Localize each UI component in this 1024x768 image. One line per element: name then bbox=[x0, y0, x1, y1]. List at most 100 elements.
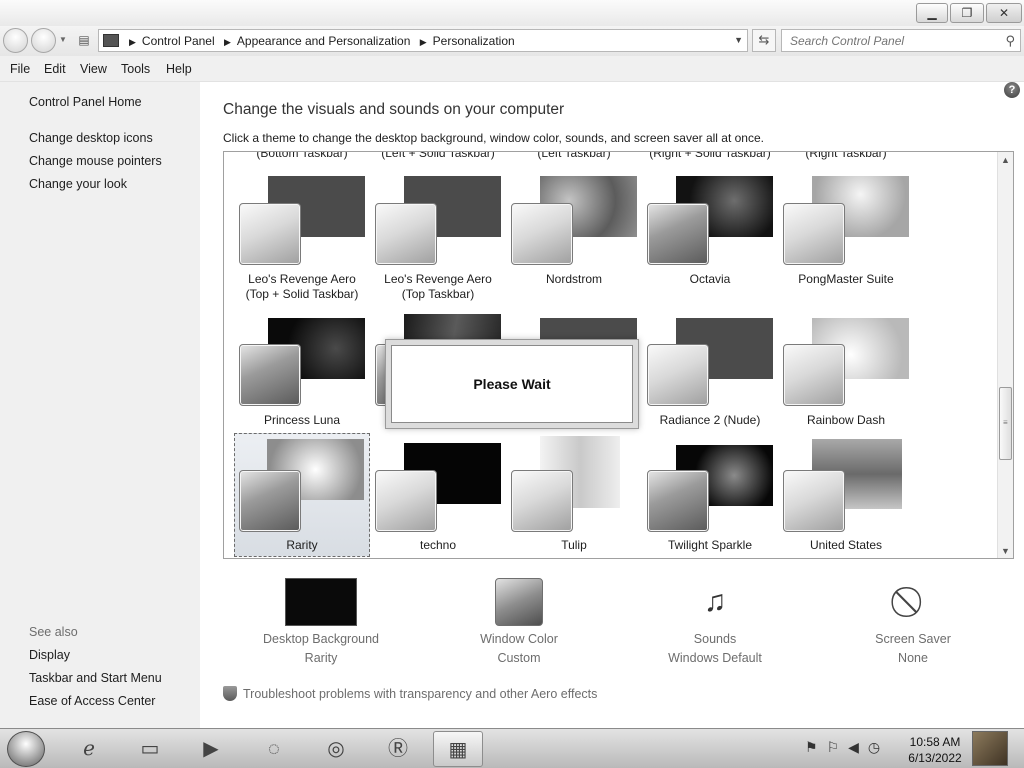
sounds-setting[interactable]: ♫ Sounds Windows Default bbox=[630, 578, 800, 665]
breadcrumb-separator-icon: ▶ bbox=[129, 37, 136, 47]
start-button[interactable] bbox=[7, 731, 45, 767]
menu-view[interactable]: View bbox=[80, 62, 107, 76]
theme-color-swatch bbox=[647, 203, 709, 265]
browser-icon[interactable]: ◌ bbox=[249, 731, 299, 767]
theme-color-swatch bbox=[239, 203, 301, 265]
clock-time: 10:58 AM bbox=[909, 735, 961, 749]
window-color-swatch bbox=[495, 578, 543, 626]
theme-color-swatch bbox=[375, 203, 437, 265]
menu-help[interactable]: Help bbox=[166, 62, 192, 76]
sounds-value: Windows Default bbox=[668, 651, 762, 665]
scroll-down-icon[interactable]: ▼ bbox=[1001, 546, 1010, 556]
breadcrumb-control-panel[interactable]: Control Panel bbox=[142, 34, 215, 48]
desktop-background-label: Desktop Background bbox=[262, 632, 380, 646]
maximize-button[interactable]: ❐ bbox=[950, 3, 984, 23]
restore-icon: ❐ bbox=[961, 6, 973, 20]
breadcrumb-personalization[interactable]: Personalization bbox=[433, 34, 515, 48]
chrome-icon[interactable]: ◎ bbox=[311, 731, 361, 767]
search-icon[interactable]: ⚲ bbox=[1005, 33, 1015, 49]
please-wait-body: Please Wait bbox=[391, 345, 633, 423]
chevron-down-icon[interactable]: ▼ bbox=[734, 35, 743, 45]
search-input[interactable] bbox=[788, 31, 998, 51]
theme-tile[interactable]: Twilight Sparkle bbox=[642, 433, 778, 557]
theme-tile-selected[interactable]: Rarity bbox=[234, 433, 370, 557]
taskbar-start-menu-link[interactable]: Taskbar and Start Menu bbox=[29, 671, 162, 685]
troubleshoot-link[interactable]: Troubleshoot problems with transparency … bbox=[223, 686, 597, 702]
theme-color-swatch bbox=[239, 344, 301, 406]
breadcrumb-separator-icon: ▶ bbox=[419, 37, 427, 47]
back-button[interactable] bbox=[3, 28, 28, 53]
menu-edit[interactable]: Edit bbox=[44, 62, 66, 76]
theme-tile[interactable]: Tulip bbox=[506, 433, 642, 557]
theme-tile[interactable]: Leo's Revenge Aero (Top + Solid Taskbar) bbox=[234, 172, 370, 301]
network-icon[interactable]: ⚑ bbox=[805, 739, 818, 755]
menu-tools[interactable]: Tools bbox=[121, 62, 150, 76]
theme-cutoff-label: (Bottom Taskbar) bbox=[256, 151, 348, 160]
search-box: ⚲ bbox=[781, 29, 1021, 52]
theme-name-line2: (Top + Solid Taskbar) bbox=[245, 287, 359, 301]
help-icon[interactable]: ? bbox=[1004, 82, 1020, 98]
theme-tile[interactable]: United States bbox=[778, 433, 914, 557]
gallery-scrollbar[interactable]: ▲ ≡ ▼ bbox=[997, 152, 1013, 558]
address-bar[interactable]: ▶ Control Panel ▶ Appearance and Personali… bbox=[98, 29, 748, 52]
file-explorer-icon[interactable]: ▭ bbox=[125, 731, 175, 767]
user-thumbnail-icon[interactable] bbox=[972, 731, 1008, 766]
grip-icon: ≡ bbox=[1003, 418, 1008, 427]
scroll-up-icon[interactable]: ▲ bbox=[1001, 155, 1010, 165]
control-panel-taskbar-icon[interactable]: ▦ bbox=[433, 731, 483, 767]
change-desktop-icons-link[interactable]: Change desktop icons bbox=[29, 131, 153, 145]
scrollbar-thumb[interactable]: ≡ bbox=[999, 387, 1012, 460]
page-subtitle: Click a theme to change the desktop back… bbox=[223, 131, 764, 145]
theme-name: Rarity bbox=[286, 538, 318, 552]
media-player-icon[interactable]: ▶ bbox=[186, 731, 236, 767]
breadcrumb-separator-icon: ▶ bbox=[223, 37, 231, 47]
theme-color-swatch bbox=[783, 344, 845, 406]
refresh-button[interactable]: ⇆ bbox=[752, 29, 776, 52]
display-link[interactable]: Display bbox=[29, 648, 70, 662]
theme-tile[interactable]: Princess Luna bbox=[234, 314, 370, 438]
ease-of-access-link[interactable]: Ease of Access Center bbox=[29, 694, 155, 708]
refresh-icon: ⇆ bbox=[758, 32, 770, 47]
clock[interactable]: 10:58 AM 6/13/2022 bbox=[902, 734, 968, 766]
power-icon[interactable]: ◷ bbox=[868, 739, 880, 755]
theme-tile[interactable]: Nordstrom bbox=[506, 172, 642, 296]
shield-icon bbox=[223, 686, 237, 702]
close-icon: ✕ bbox=[998, 6, 1010, 20]
menu-file[interactable]: File bbox=[10, 62, 30, 76]
theme-cutoff-label: (Left Taskbar) bbox=[537, 151, 611, 160]
window-color-label: Window Color bbox=[480, 632, 558, 646]
theme-tile[interactable]: Rainbow Dash bbox=[778, 314, 914, 438]
see-also-heading: See also bbox=[29, 625, 78, 639]
minimize-button[interactable]: ▁ bbox=[916, 3, 948, 23]
recent-pages-chevron-icon[interactable]: ▼ bbox=[59, 35, 67, 44]
theme-tile[interactable]: techno bbox=[370, 433, 506, 557]
forward-button[interactable] bbox=[31, 28, 56, 53]
theme-color-swatch bbox=[783, 203, 845, 265]
theme-tile[interactable]: Octavia bbox=[642, 172, 778, 296]
breadcrumb-appearance[interactable]: Appearance and Personalization bbox=[237, 34, 410, 48]
screen-saver-setting[interactable]: ⃠ Screen Saver None bbox=[828, 578, 998, 665]
theme-name: Tulip bbox=[561, 538, 587, 552]
volume-icon[interactable]: ◀ bbox=[848, 739, 859, 755]
theme-name: United States bbox=[809, 538, 883, 552]
app-r-icon[interactable]: Ⓡ bbox=[373, 731, 423, 767]
internet-explorer-icon[interactable]: ℯ bbox=[64, 731, 114, 767]
desktop-background-setting[interactable]: Desktop Background Rarity bbox=[236, 578, 406, 665]
title-bar: ▁ ❐ ✕ bbox=[0, 0, 1024, 26]
action-center-icon[interactable]: ⚐ bbox=[827, 739, 840, 755]
minimize-icon: ▁ bbox=[927, 6, 937, 20]
page-title: Change the visuals and sounds on your co… bbox=[223, 101, 565, 118]
window-color-setting[interactable]: Window Color Custom bbox=[434, 578, 604, 665]
theme-color-swatch bbox=[647, 470, 709, 532]
theme-tile[interactable]: Leo's Revenge Aero (Top Taskbar) bbox=[370, 172, 506, 301]
theme-color-swatch bbox=[647, 344, 709, 406]
theme-tile[interactable]: PongMaster Suite bbox=[778, 172, 914, 296]
please-wait-dialog: Please Wait bbox=[385, 339, 639, 429]
theme-cutoff-label: (Right + Solid Taskbar) bbox=[649, 151, 771, 160]
theme-tile[interactable]: Radiance 2 (Nude) bbox=[642, 314, 778, 438]
control-panel-home-link[interactable]: Control Panel Home bbox=[29, 95, 142, 109]
change-your-look-link[interactable]: Change your look bbox=[29, 177, 127, 191]
close-button[interactable]: ✕ bbox=[986, 3, 1022, 23]
taskbar: ℯ ▭ ▶ ◌ ◎ Ⓡ ▦ ⚑ ⚐ ◀ ◷ 10:58 AM 6/13/2022 bbox=[0, 728, 1024, 768]
change-mouse-pointers-link[interactable]: Change mouse pointers bbox=[29, 154, 162, 168]
